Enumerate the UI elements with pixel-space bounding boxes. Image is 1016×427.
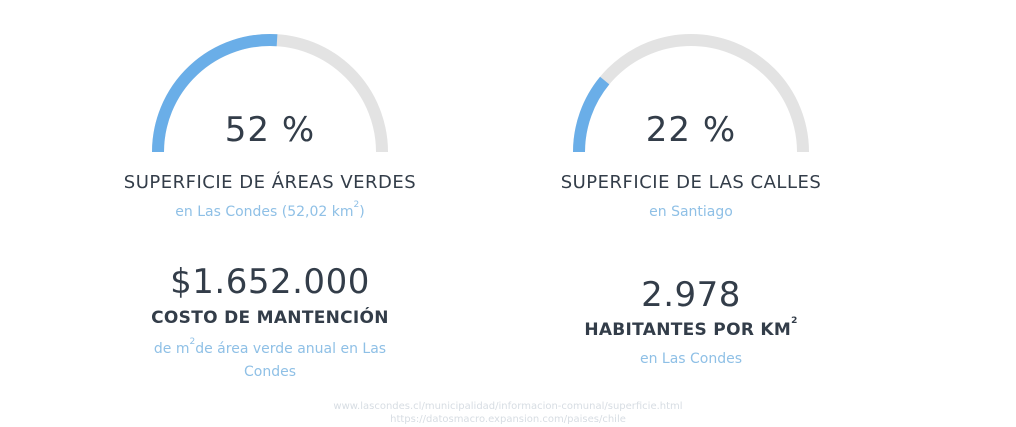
green-area-subtitle-sup: 2 xyxy=(353,200,360,210)
green-area-subtitle-close: ) xyxy=(359,204,365,220)
maintenance-note-sup: 2 xyxy=(189,337,196,347)
streets-gauge: 22 % xyxy=(571,28,811,158)
maintenance-cost-note-line2: Condes xyxy=(243,364,296,380)
green-area-subtitle: en Las Condes (52,02 km2) xyxy=(70,200,470,220)
green-area-percent: 52 % xyxy=(224,110,316,150)
inhabitants-value: 2.978 xyxy=(641,275,741,315)
sources: www.lascondes.cl/municipalidad/informaci… xyxy=(0,400,1016,426)
green-area-subtitle-text: en Las Condes (52,02 km xyxy=(175,204,354,220)
green-area-gauge: 52 % xyxy=(150,28,390,158)
green-area-title: SUPERFICIE DE ÁREAS VERDES xyxy=(123,172,417,193)
maintenance-cost-value: $1.652.000 xyxy=(170,262,370,302)
maintenance-cost-caption: COSTO DE MANTENCIÓN xyxy=(151,308,389,328)
source-link[interactable]: www.lascondes.cl/municipalidad/informaci… xyxy=(0,400,1016,413)
inhabitants-caption-sup: 2 xyxy=(791,316,798,326)
streets-title: SUPERFICIE DE LAS CALLES xyxy=(560,172,822,193)
maintenance-cost-note-line1: de m2de área verde anual en Las xyxy=(70,337,470,357)
streets-subtitle: en Santiago xyxy=(649,204,733,220)
inhabitants-caption: HABITANTES POR KM2 xyxy=(491,316,891,340)
inhabitants-note: en Las Condes xyxy=(639,351,743,367)
streets-percent: 22 % xyxy=(645,110,737,150)
maintenance-note-post: de área verde anual en Las xyxy=(195,341,387,357)
source-link[interactable]: https://datosmacro.expansion.com/paises/… xyxy=(0,413,1016,426)
maintenance-note-pre: de m xyxy=(153,341,190,357)
inhabitants-caption-text: HABITANTES POR KM xyxy=(584,320,792,340)
